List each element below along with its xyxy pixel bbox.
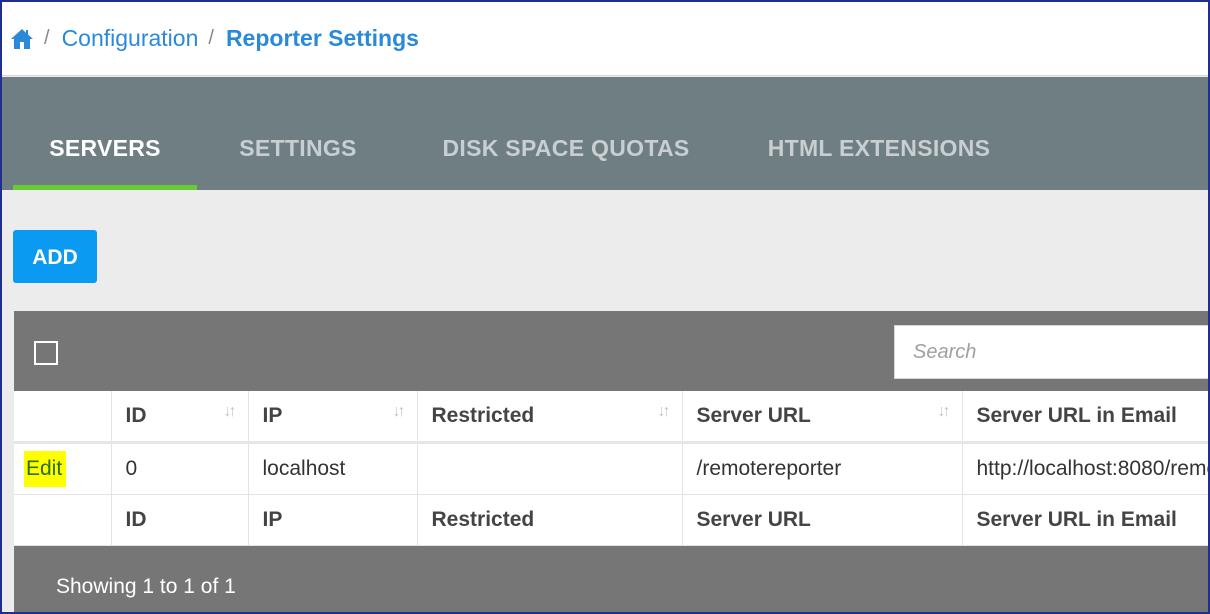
column-footer-server-url: Server URL — [682, 494, 963, 546]
column-footer-restricted: Restricted — [417, 494, 683, 546]
column-footer-ip: IP — [248, 494, 418, 546]
column-header-restricted-label: Restricted — [431, 404, 535, 427]
table-header-row: ID ↓↑ IP ↓↑ Restricted ↓↑ Server URL ↓↑ Serv… — [14, 391, 1208, 444]
row-action-cell: Edit — [14, 442, 112, 495]
sort-icon: ↓↑ — [937, 403, 951, 420]
column-header-id-label: ID — [125, 404, 147, 427]
column-header-server-url-label: Server URL — [696, 404, 811, 427]
edit-link[interactable]: Edit — [24, 451, 67, 487]
column-header-actions — [14, 391, 112, 444]
column-header-server-url-email[interactable]: Server URL in Email — [962, 391, 1208, 444]
sort-icon: ↓↑ — [657, 403, 671, 420]
tab-html-extensions[interactable]: HTML EXTENSIONS — [744, 77, 1014, 190]
cell-server-url: /remotereporter — [682, 442, 963, 495]
column-footer-actions — [14, 494, 112, 546]
app-frame: / Configuration / Reporter Settings SERV… — [0, 0, 1210, 614]
column-footer-server-url-email: Server URL in Email — [962, 494, 1208, 546]
servers-table: ID ↓↑ IP ↓↑ Restricted ↓↑ Server URL ↓↑ Serv… — [14, 391, 1208, 546]
servers-table-panel: ID ↓↑ IP ↓↑ Restricted ↓↑ Server URL ↓↑ Serv… — [14, 311, 1208, 612]
add-button[interactable]: ADD — [13, 230, 97, 283]
column-header-id[interactable]: ID ↓↑ — [111, 391, 249, 444]
column-header-restricted[interactable]: Restricted ↓↑ — [417, 391, 683, 444]
tab-settings[interactable]: SETTINGS — [218, 77, 378, 190]
breadcrumb-separator: / — [44, 27, 50, 49]
tab-servers[interactable]: SERVERS — [13, 77, 197, 190]
tab-bar: SERVERS SETTINGS DISK SPACE QUOTAS HTML … — [2, 77, 1208, 190]
table-footer-row: ID IP Restricted Server URL Server URL i… — [14, 494, 1208, 546]
column-footer-id: ID — [111, 494, 249, 546]
cell-ip: localhost — [248, 442, 418, 495]
table-row: Edit 0 localhost /remotereporter http://… — [14, 442, 1208, 495]
home-icon[interactable] — [10, 28, 34, 50]
sort-icon: ↓↑ — [392, 403, 406, 420]
breadcrumb-current: Reporter Settings — [225, 25, 419, 51]
select-all-checkbox[interactable] — [34, 341, 58, 365]
sort-icon: ↓↑ — [223, 403, 237, 420]
cell-restricted — [417, 442, 683, 495]
cell-id: 0 — [111, 442, 249, 495]
column-header-ip[interactable]: IP ↓↑ — [248, 391, 418, 444]
table-info: Showing 1 to 1 of 1 — [56, 575, 236, 598]
column-header-ip-label: IP — [262, 404, 283, 427]
breadcrumb: / Configuration / Reporter Settings — [2, 2, 1208, 76]
tab-disk-space-quotas[interactable]: DISK SPACE QUOTAS — [416, 77, 716, 190]
breadcrumb-separator: / — [208, 27, 214, 49]
breadcrumb-configuration[interactable]: Configuration — [62, 25, 199, 52]
search-input[interactable] — [894, 325, 1208, 379]
column-header-server-url[interactable]: Server URL ↓↑ — [682, 391, 963, 444]
column-header-server-url-email-label: Server URL in Email — [976, 404, 1177, 427]
cell-server-url-email: http://localhost:8080/remotereporter — [962, 442, 1208, 495]
